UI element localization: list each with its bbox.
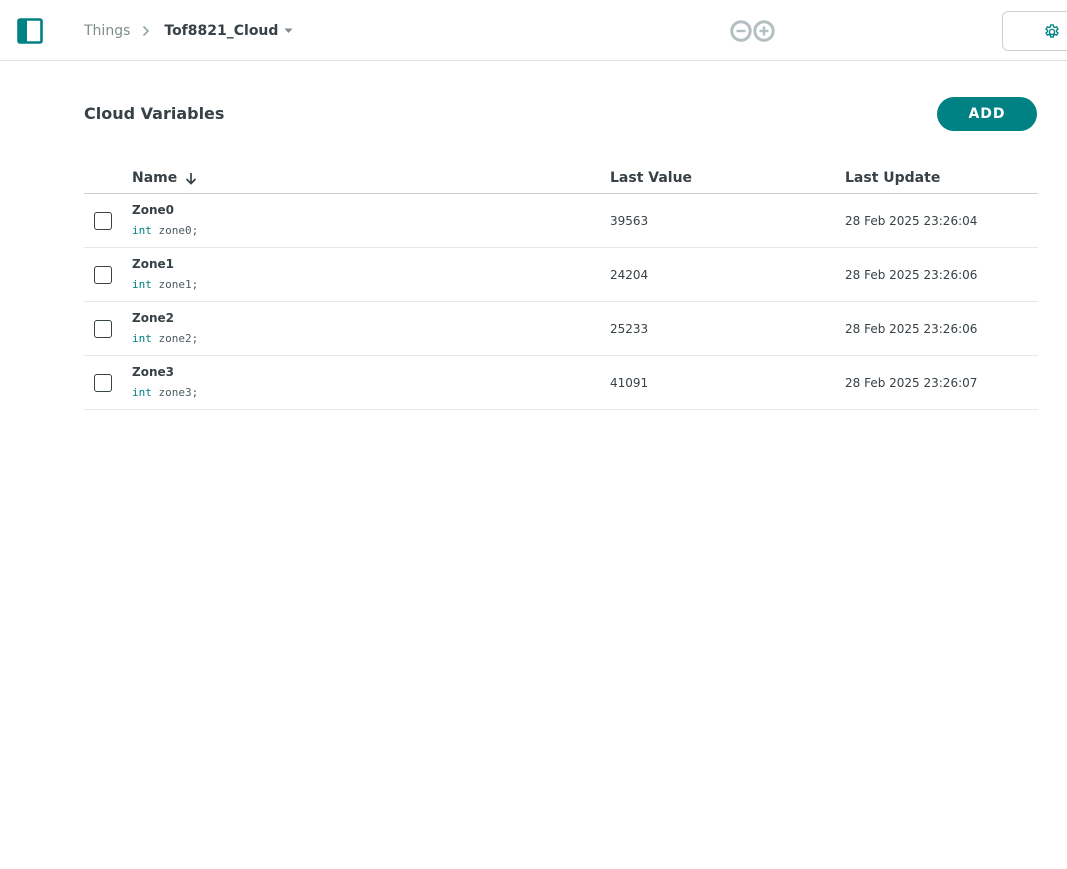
- row-checkbox[interactable]: [94, 212, 112, 230]
- sidebar-toggle-icon[interactable]: [17, 18, 43, 44]
- variable-identifier: zone2;: [158, 332, 199, 345]
- thing-selector[interactable]: Tof8821_Cloud: [164, 23, 293, 39]
- variable-last-update: 28 Feb 2025 23:26:04: [845, 214, 978, 228]
- variable-type: int: [132, 278, 152, 291]
- table-row[interactable]: Zone1 int zone1; 24204 28 Feb 2025 23:26…: [84, 248, 1038, 302]
- variable-identifier: zone3;: [158, 386, 199, 399]
- variable-name[interactable]: Zone0: [132, 203, 174, 217]
- add-variable-button[interactable]: ADD: [937, 97, 1037, 131]
- variable-type: int: [132, 224, 152, 237]
- row-checkbox[interactable]: [94, 266, 112, 284]
- variable-name[interactable]: Zone2: [132, 311, 174, 325]
- variable-type: int: [132, 332, 152, 345]
- variable-name[interactable]: Zone3: [132, 365, 174, 379]
- variable-declaration: int zone3;: [132, 386, 198, 399]
- column-header-last-value: Last Value: [610, 170, 693, 186]
- top-bar: Things Tof8821_Cloud: [0, 0, 1067, 61]
- arduino-logo: [729, 20, 776, 42]
- variable-last-value: 25233: [610, 322, 649, 336]
- page-title: Cloud Variables: [84, 104, 225, 123]
- arrow-down-icon: [186, 172, 197, 185]
- column-header-name[interactable]: Name: [132, 170, 197, 186]
- variable-type: int: [132, 386, 152, 399]
- caret-down-icon: [284, 28, 293, 34]
- table-row[interactable]: Zone0 int zone0; 39563 28 Feb 2025 23:26…: [84, 194, 1038, 248]
- thing-name: Tof8821_Cloud: [164, 23, 279, 39]
- breadcrumb-things-link[interactable]: Things: [84, 23, 130, 39]
- row-checkbox[interactable]: [94, 374, 112, 392]
- variable-last-update: 28 Feb 2025 23:26:07: [845, 376, 978, 390]
- variable-last-value: 39563: [610, 214, 649, 228]
- variable-last-value: 24204: [610, 268, 649, 282]
- table-row[interactable]: Zone3 int zone3; 41091 28 Feb 2025 23:26…: [84, 356, 1038, 410]
- breadcrumb: Things Tof8821_Cloud: [84, 20, 293, 42]
- variable-declaration: int zone2;: [132, 332, 198, 345]
- gear-icon: [1045, 24, 1059, 38]
- variable-declaration: int zone0;: [132, 224, 198, 237]
- variable-declaration: int zone1;: [132, 278, 198, 291]
- column-name-label: Name: [132, 170, 178, 186]
- variable-identifier: zone0;: [158, 224, 199, 237]
- variable-last-value: 41091: [610, 376, 649, 390]
- table-row[interactable]: Zone2 int zone2; 25233 28 Feb 2025 23:26…: [84, 302, 1038, 356]
- settings-button[interactable]: [1002, 11, 1067, 51]
- variable-identifier: zone1;: [158, 278, 199, 291]
- table-header: Name Last Value Last Update: [84, 160, 1038, 194]
- variable-last-update: 28 Feb 2025 23:26:06: [845, 268, 978, 282]
- variable-last-update: 28 Feb 2025 23:26:06: [845, 322, 978, 336]
- variables-table: Name Last Value Last Update Zone0 int zo…: [84, 160, 1038, 410]
- variable-name[interactable]: Zone1: [132, 257, 174, 271]
- row-checkbox[interactable]: [94, 320, 112, 338]
- chevron-right-icon: [142, 25, 150, 37]
- column-header-last-update: Last Update: [845, 170, 941, 186]
